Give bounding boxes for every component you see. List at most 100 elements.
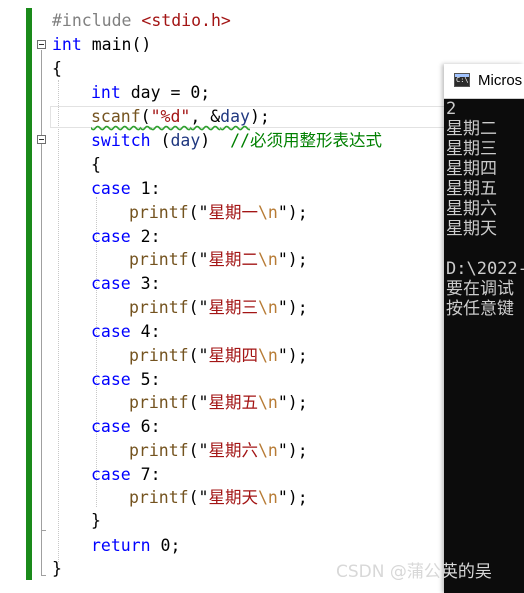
case-label[interactable]: case 1:: [91, 178, 161, 200]
code-line-switch-close[interactable]: }: [91, 510, 101, 532]
keyword: case: [91, 370, 131, 389]
declaration-text: day = 0;: [120, 83, 211, 102]
string-literal: 星期四: [208, 346, 258, 365]
code-line-scanf[interactable]: scanf("%d", &day);: [91, 106, 270, 128]
code-line-return[interactable]: return 0;: [91, 535, 180, 557]
case-label[interactable]: case 4:: [91, 321, 161, 343]
punctuation: ");: [277, 298, 308, 317]
printf-line[interactable]: printf("星期三\n");: [129, 297, 308, 319]
code-line-main[interactable]: int main(): [52, 34, 151, 56]
console-output-line: 星期三: [446, 139, 497, 159]
format-string: "%d": [150, 107, 191, 126]
function-name: scanf: [91, 107, 141, 126]
keyword: switch: [91, 131, 151, 150]
printf-line[interactable]: printf("星期五\n");: [129, 392, 308, 414]
punctuation: ");: [277, 346, 308, 365]
console-app-icon: C:\: [454, 73, 470, 87]
preprocessor-directive: #include: [52, 11, 132, 30]
punctuation: ");: [277, 488, 308, 507]
function-name: printf: [129, 441, 189, 460]
collapse-icon[interactable]: [37, 40, 46, 49]
function-name: printf: [129, 203, 189, 222]
case-value: 2:: [130, 227, 161, 246]
indent-guide: [58, 80, 59, 562]
console-window[interactable]: C:\ Micros 2 星期二 星期三 星期四 星期五 星期六 星期天 D:\…: [444, 64, 524, 593]
console-output-line: 星期六: [446, 199, 497, 219]
case-value: 5:: [130, 370, 161, 389]
punctuation: ");: [277, 203, 308, 222]
collapse-icon[interactable]: [37, 135, 46, 144]
case-label[interactable]: case 5:: [91, 369, 161, 391]
console-output-line: 星期二: [446, 119, 497, 139]
case-value: 6:: [130, 417, 161, 436]
keyword: case: [91, 179, 131, 198]
escape-sequence: \n: [257, 441, 278, 460]
printf-line[interactable]: printf("星期天\n");: [129, 487, 308, 509]
string-literal: 星期五: [208, 393, 258, 412]
function-name: printf: [129, 488, 189, 507]
punctuation: ): [200, 131, 231, 150]
case-value: 3:: [130, 274, 161, 293]
keyword: return: [91, 536, 151, 555]
function-signature: main(): [81, 35, 152, 54]
keyword: int: [91, 83, 121, 102]
punctuation: (": [188, 346, 209, 365]
printf-line[interactable]: printf("星期一\n");: [129, 202, 308, 224]
console-output-line: D:\2022-: [446, 259, 524, 279]
punctuation: ");: [277, 441, 308, 460]
code-line-include[interactable]: #include <stdio.h>: [52, 10, 231, 32]
console-output-line: 星期四: [446, 159, 497, 179]
function-name: printf: [129, 346, 189, 365]
return-value: 0;: [150, 536, 181, 555]
code-line-switch[interactable]: switch (day) //必须用整形表达式: [91, 130, 382, 152]
escape-sequence: \n: [257, 393, 278, 412]
case-label[interactable]: case 2:: [91, 226, 161, 248]
brace: }: [52, 559, 62, 578]
brace: {: [52, 59, 62, 78]
console-titlebar[interactable]: C:\ Micros: [444, 64, 524, 99]
case-label[interactable]: case 3:: [91, 273, 161, 295]
fold-region-line: [41, 145, 42, 530]
brace: }: [91, 511, 101, 530]
function-name: printf: [129, 393, 189, 412]
keyword: case: [91, 322, 131, 341]
escape-sequence: \n: [257, 298, 278, 317]
code-line-declaration[interactable]: int day = 0;: [91, 82, 210, 104]
punctuation: (": [188, 488, 209, 507]
escape-sequence: \n: [257, 203, 278, 222]
console-output-line: 星期五: [446, 179, 497, 199]
printf-line[interactable]: printf("星期二\n");: [129, 249, 308, 271]
code-line-close-brace[interactable]: }: [52, 558, 62, 580]
function-name: printf: [129, 298, 189, 317]
include-header: <stdio.h>: [141, 11, 231, 30]
console-icon-label: C:\: [456, 76, 469, 84]
string-literal: 星期二: [208, 250, 258, 269]
case-value: 7:: [130, 465, 161, 484]
case-label[interactable]: case 6:: [91, 416, 161, 438]
punctuation: ");: [277, 393, 308, 412]
variable: day: [170, 131, 201, 150]
punctuation: (: [150, 131, 171, 150]
case-value: 4:: [130, 322, 161, 341]
fold-region-end: [41, 575, 46, 576]
keyword: case: [91, 274, 131, 293]
change-indicator-bar: [26, 8, 32, 580]
printf-line[interactable]: printf("星期四\n");: [129, 345, 308, 367]
punctuation: (": [188, 393, 209, 412]
keyword: case: [91, 227, 131, 246]
watermark: CSDN @蒲公英的吴: [336, 562, 492, 582]
string-literal: 星期天: [208, 488, 258, 507]
punctuation: (: [140, 107, 151, 126]
code-line-switch-open[interactable]: {: [91, 154, 101, 176]
punctuation: (": [188, 203, 209, 222]
code-line-open-brace[interactable]: {: [52, 58, 62, 80]
variable: day: [220, 107, 250, 126]
printf-line[interactable]: printf("星期六\n");: [129, 440, 308, 462]
keyword: int: [52, 35, 82, 54]
keyword: case: [91, 417, 131, 436]
case-label[interactable]: case 7:: [91, 464, 161, 486]
punctuation: );: [249, 107, 270, 126]
console-output-line: 要在调试: [446, 279, 514, 299]
punctuation: (": [188, 250, 209, 269]
escape-sequence: \n: [257, 488, 278, 507]
